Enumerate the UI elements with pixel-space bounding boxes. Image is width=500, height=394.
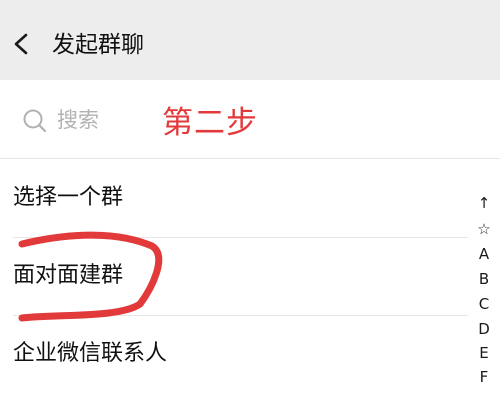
- index-letter-f[interactable]: F: [471, 367, 497, 387]
- index-top-arrow[interactable]: ↑: [471, 193, 497, 213]
- search-icon: [22, 108, 48, 134]
- index-letter-d[interactable]: D: [471, 319, 497, 339]
- search-input[interactable]: 搜索: [20, 102, 140, 138]
- list-item-label: 面对面建群: [13, 263, 124, 288]
- search-placeholder: 搜索: [57, 108, 99, 132]
- index-letter-c[interactable]: C: [471, 294, 497, 314]
- list-item-label: 企业微信联系人: [13, 341, 168, 366]
- page-title: 发起群聊: [52, 32, 144, 58]
- list-item-label: 选择一个群: [13, 185, 124, 210]
- list-item-select-group[interactable]: 选择一个群: [0, 160, 460, 238]
- chevron-left-icon[interactable]: [12, 33, 30, 55]
- index-star[interactable]: ☆: [471, 219, 497, 239]
- nav-bar: 发起群聊: [0, 0, 500, 80]
- index-letter-b[interactable]: B: [471, 269, 497, 289]
- divider: [0, 158, 500, 159]
- list-item-face-to-face-group[interactable]: 面对面建群: [0, 238, 460, 316]
- annotation-step-label: 第二步: [162, 105, 258, 141]
- alphabet-index-bar[interactable]: ↑ ☆ A B C D E F: [471, 193, 497, 388]
- index-letter-a[interactable]: A: [471, 244, 497, 264]
- index-letter-e[interactable]: E: [471, 343, 497, 363]
- list-item-work-contacts[interactable]: 企业微信联系人: [0, 316, 460, 394]
